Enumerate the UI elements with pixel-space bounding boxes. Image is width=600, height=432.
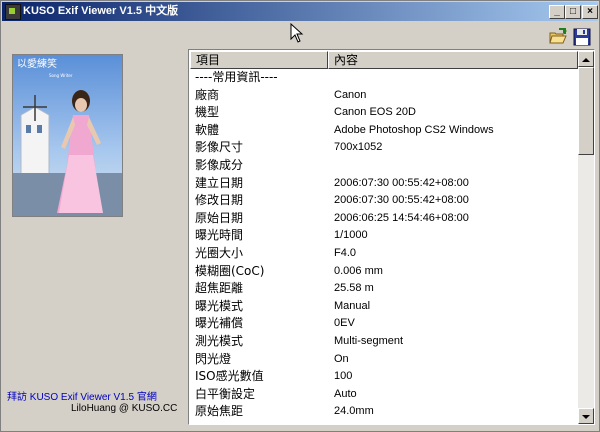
row-item-value: 0EV: [334, 317, 355, 330]
arrow-down-icon: [582, 415, 590, 419]
column-header-content[interactable]: 內容: [328, 51, 578, 69]
row-item-name: 建立日期: [195, 175, 244, 190]
table-row[interactable]: 光圈大小 F4.0: [190, 245, 578, 263]
table-row[interactable]: ----常用資訊----: [190, 69, 578, 87]
mouse-cursor-icon: [290, 23, 304, 43]
row-item-name: 機型: [195, 105, 220, 120]
scroll-thumb[interactable]: [578, 67, 594, 155]
row-item-name: 影像成分: [195, 157, 244, 172]
row-item-name: 曝光模式: [195, 298, 244, 313]
column-header-item[interactable]: 項目: [190, 51, 328, 69]
vertical-scrollbar[interactable]: [578, 51, 594, 424]
row-item-name: ISO感光數值: [195, 369, 264, 384]
row-item-name: 白平衡設定: [195, 386, 256, 401]
close-icon: ×: [587, 6, 593, 17]
arrow-up-icon: [582, 58, 590, 62]
save-button[interactable]: [572, 27, 592, 47]
row-item-value: 24.0mm: [334, 405, 374, 418]
table-row[interactable]: 軟體 Adobe Photoshop CS2 Windows: [190, 122, 578, 140]
exif-list[interactable]: 項目 內容 ----常用資訊---- 廠商 Canon 機型 Canon EOS 20D…: [188, 49, 595, 425]
row-item-name: 超焦距離: [195, 281, 244, 296]
row-item-name: 模糊圈(CoC): [195, 263, 265, 278]
row-item-name: 軟體: [195, 122, 220, 137]
table-row[interactable]: 機型 Canon EOS 20D: [190, 104, 578, 122]
minimize-icon: _: [554, 6, 560, 17]
window-title: KUSO Exif Viewer V1.5 中文版: [23, 5, 179, 17]
photo-subcaption: Song Writer: [49, 73, 73, 78]
row-item-name: 曝光補償: [195, 316, 244, 331]
table-row[interactable]: 曝光模式 Manual: [190, 298, 578, 316]
photo-image: 以愛練笑 Song Writer: [13, 55, 122, 216]
table-row[interactable]: 建立日期 2006:07:30 00:55:42+08:00: [190, 175, 578, 193]
row-item-value: Canon: [334, 88, 367, 101]
author-credit: LiloHuang @ KUSO.CC: [71, 403, 178, 414]
table-row[interactable]: 模糊圈(CoC) 0.006 mm: [190, 263, 578, 281]
row-item-value: 2006:07:30 00:55:42+08:00: [334, 194, 469, 207]
photo-thumbnail: 以愛練笑 Song Writer: [12, 54, 123, 217]
app-window: KUSO Exif Viewer V1.5 中文版 _ □ × 以愛練笑 Son…: [0, 0, 600, 432]
row-item-name: 廠商: [195, 87, 220, 102]
title-bar[interactable]: KUSO Exif Viewer V1.5 中文版 _ □ ×: [2, 2, 598, 21]
table-row[interactable]: 原始焦距 24.0mm: [190, 403, 578, 421]
table-row[interactable]: 測光模式 Multi-segment: [190, 333, 578, 351]
row-item-value: 700x1052: [334, 141, 383, 154]
row-item-value: On: [334, 352, 349, 365]
row-item-name: 光圈大小: [195, 245, 244, 260]
scroll-down-button[interactable]: [578, 408, 594, 424]
minimize-button[interactable]: _: [549, 5, 565, 19]
row-item-value: 0.006 mm: [334, 264, 383, 277]
open-button[interactable]: [548, 27, 568, 47]
row-item-name: 修改日期: [195, 193, 244, 208]
website-link[interactable]: 拜訪 KUSO Exif Viewer V1.5 官網: [7, 388, 157, 403]
maximize-icon: □: [569, 6, 577, 17]
table-row[interactable]: ISO感光數值 100: [190, 368, 578, 386]
table-row[interactable]: 曝光補償 0EV: [190, 315, 578, 333]
app-icon: [5, 4, 21, 20]
row-item-value: Auto: [334, 387, 357, 400]
photo-caption: 以愛練笑: [17, 57, 57, 70]
table-row[interactable]: 廠商 Canon: [190, 87, 578, 105]
row-item-name: 閃光燈: [195, 351, 232, 366]
table-row[interactable]: 修改日期 2006:07:30 00:55:42+08:00: [190, 192, 578, 210]
row-item-value: 2006:07:30 00:55:42+08:00: [334, 176, 469, 189]
row-item-value: 2006:06:25 14:54:46+08:00: [334, 211, 469, 224]
row-item-name: 曝光時間: [195, 228, 244, 243]
table-row[interactable]: 閃光燈 On: [190, 351, 578, 369]
row-item-value: Manual: [334, 299, 371, 312]
table-row[interactable]: 影像成分: [190, 157, 578, 175]
row-item-value: 100: [334, 370, 353, 383]
row-item-value: 25.58 m: [334, 282, 374, 295]
row-item-value: F4.0: [334, 246, 357, 259]
row-item-name: 原始日期: [195, 210, 244, 225]
row-item-name: 測光模式: [195, 333, 244, 348]
maximize-button[interactable]: □: [565, 5, 581, 19]
scroll-up-button[interactable]: [578, 51, 594, 67]
table-row[interactable]: 原始日期 2006:06:25 14:54:46+08:00: [190, 210, 578, 228]
table-row[interactable]: 白平衡設定 Auto: [190, 386, 578, 404]
row-item-value: Canon EOS 20D: [334, 106, 416, 119]
row-item-name: ----常用資訊----: [195, 70, 278, 84]
table-row[interactable]: 曝光時間 1/1000: [190, 227, 578, 245]
row-item-name: 原始焦距: [195, 404, 244, 419]
close-button[interactable]: ×: [582, 5, 598, 19]
row-item-value: 1/1000: [334, 229, 368, 242]
row-item-value: Multi-segment: [334, 334, 404, 347]
table-row[interactable]: 影像尺寸 700x1052: [190, 139, 578, 157]
open-folder-icon: [549, 28, 567, 44]
exif-rows: ----常用資訊---- 廠商 Canon 機型 Canon EOS 20D 軟體 Adob…: [190, 69, 578, 421]
table-row[interactable]: 超焦距離 25.58 m: [190, 280, 578, 298]
row-item-name: 影像尺寸: [195, 140, 244, 155]
row-item-value: Adobe Photoshop CS2 Windows: [334, 123, 494, 136]
floppy-disk-icon: [573, 28, 591, 46]
